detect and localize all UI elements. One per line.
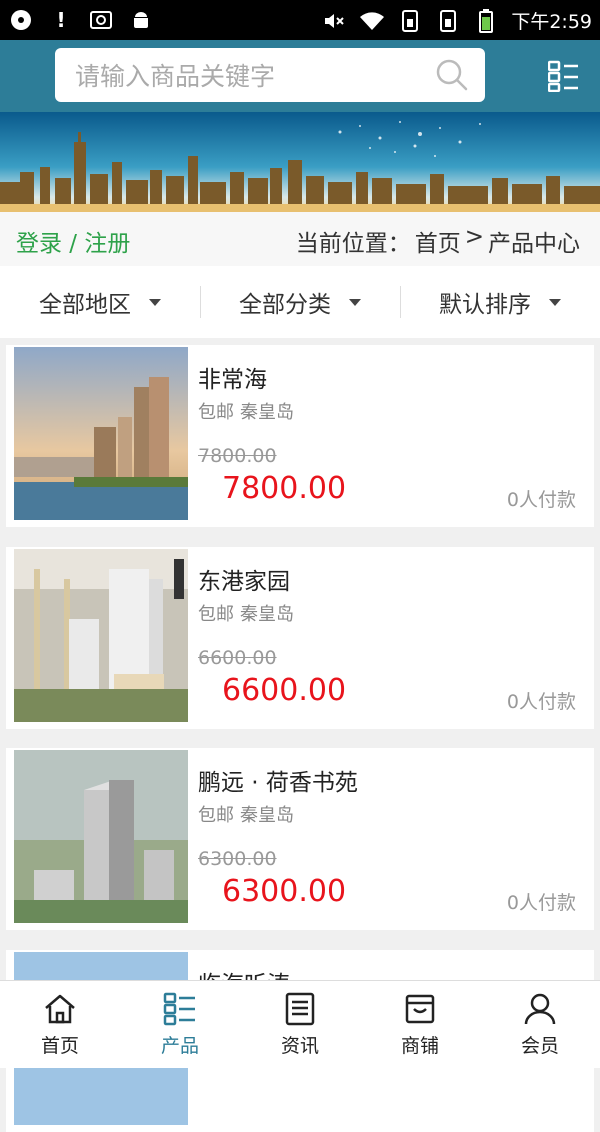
product-name: 非常海: [198, 367, 267, 393]
sold-count: 0人付款: [506, 489, 576, 511]
news-icon: [285, 992, 315, 1026]
city-label: 秦皇岛: [240, 805, 294, 826]
search-box[interactable]: [55, 48, 485, 104]
login-register-link[interactable]: 登录 / 注册: [16, 224, 130, 258]
caret-down-icon: [549, 298, 561, 306]
battery-icon: [473, 8, 499, 34]
breadcrumb: 当前位置： 首页 > 产品中心: [296, 224, 580, 258]
city-label: 秦皇岛: [240, 402, 294, 423]
status-time: 下午2:59: [511, 11, 592, 33]
filter-sort[interactable]: 默认排序: [400, 266, 600, 338]
breadcrumb-home[interactable]: 首页: [415, 224, 461, 258]
product-card[interactable]: 非常海 包邮 秦皇岛 7800.00 7800.00 0人付款: [6, 345, 594, 527]
user-icon: [524, 993, 556, 1025]
tab-home-label: 首页: [40, 1035, 79, 1057]
product-name: 东港家园: [198, 569, 290, 595]
product-name: 鹏远 · 荷香书苑: [198, 770, 358, 796]
mute-icon: [321, 8, 347, 34]
exclamation-icon: !: [56, 8, 66, 32]
product-card[interactable]: 鹏远 · 荷香书苑 包邮 秦皇岛 6300.00 6300.00 0人付款: [6, 748, 594, 930]
filter-category[interactable]: 全部分类: [200, 266, 400, 338]
breadcrumb-current: 产品中心: [488, 231, 580, 257]
filter-bar: 全部地区 全部分类 默认排序: [0, 266, 600, 338]
tab-news-label: 资讯: [280, 1035, 319, 1057]
city-skyline-banner: [0, 112, 600, 212]
tab-news[interactable]: 资讯: [240, 981, 360, 1068]
sold-count: 0人付款: [506, 691, 576, 713]
android-icon: [128, 7, 154, 33]
shipping-label: 包邮: [198, 402, 234, 423]
product-location: 包邮 秦皇岛: [198, 600, 294, 626]
original-price: 7800.00: [198, 445, 277, 467]
filter-region[interactable]: 全部地区: [0, 266, 200, 338]
search-input[interactable]: [73, 48, 437, 104]
breadcrumb-separator: >: [464, 224, 484, 250]
bottom-tab-bar: 首页 产品 资讯 商铺 会员: [0, 980, 600, 1068]
tab-products-label: 产品: [160, 1035, 199, 1057]
city-label: 秦皇岛: [240, 604, 294, 625]
tab-member[interactable]: 会员: [480, 981, 600, 1068]
product-card[interactable]: 东港家园 包邮 秦皇岛 6600.00 6600.00 0人付款: [6, 547, 594, 729]
sale-price: 6600.00: [222, 673, 347, 708]
cd-icon: [8, 7, 34, 33]
original-price: 6300.00: [198, 848, 277, 870]
status-left: !: [8, 7, 154, 33]
breadcrumb-prefix: 当前位置：: [295, 231, 411, 257]
filter-sort-label: 默认排序: [439, 292, 531, 318]
filter-category-label: 全部分类: [239, 292, 331, 318]
shipping-label: 包邮: [198, 805, 234, 826]
status-right: 下午2:59: [321, 7, 592, 34]
shipping-label: 包邮: [198, 604, 234, 625]
tab-shops-label: 商铺: [400, 1035, 439, 1057]
product-location: 包邮 秦皇岛: [198, 398, 294, 424]
sold-count: 0人付款: [506, 892, 576, 914]
screenshot-icon: [88, 7, 114, 33]
sim1-icon: [397, 8, 423, 34]
app-header: [0, 40, 600, 112]
product-image: [14, 549, 188, 722]
home-icon: [45, 994, 75, 1024]
sim2-icon: [435, 8, 461, 34]
product-location: 包邮 秦皇岛: [198, 801, 294, 827]
tab-products[interactable]: 产品: [120, 981, 240, 1068]
caret-down-icon: [149, 298, 161, 306]
caret-down-icon: [349, 298, 361, 306]
status-bar: ! 下午2:59: [0, 0, 600, 40]
original-price: 6600.00: [198, 647, 277, 669]
tab-home[interactable]: 首页: [0, 981, 120, 1068]
filter-region-label: 全部地区: [39, 292, 131, 318]
tab-shops[interactable]: 商铺: [360, 981, 480, 1068]
search-icon[interactable]: [435, 58, 469, 92]
product-image: [14, 750, 188, 923]
wifi-icon: [359, 8, 385, 34]
sale-price: 6300.00: [222, 874, 347, 909]
tab-member-label: 会员: [520, 1035, 559, 1057]
shop-icon: [405, 994, 435, 1024]
category-menu-icon[interactable]: [548, 60, 580, 92]
sale-price: 7800.00: [222, 471, 347, 506]
breadcrumb-bar: 登录 / 注册 当前位置： 首页 > 产品中心: [0, 212, 600, 266]
product-image: [14, 347, 188, 520]
products-icon: [163, 992, 195, 1026]
